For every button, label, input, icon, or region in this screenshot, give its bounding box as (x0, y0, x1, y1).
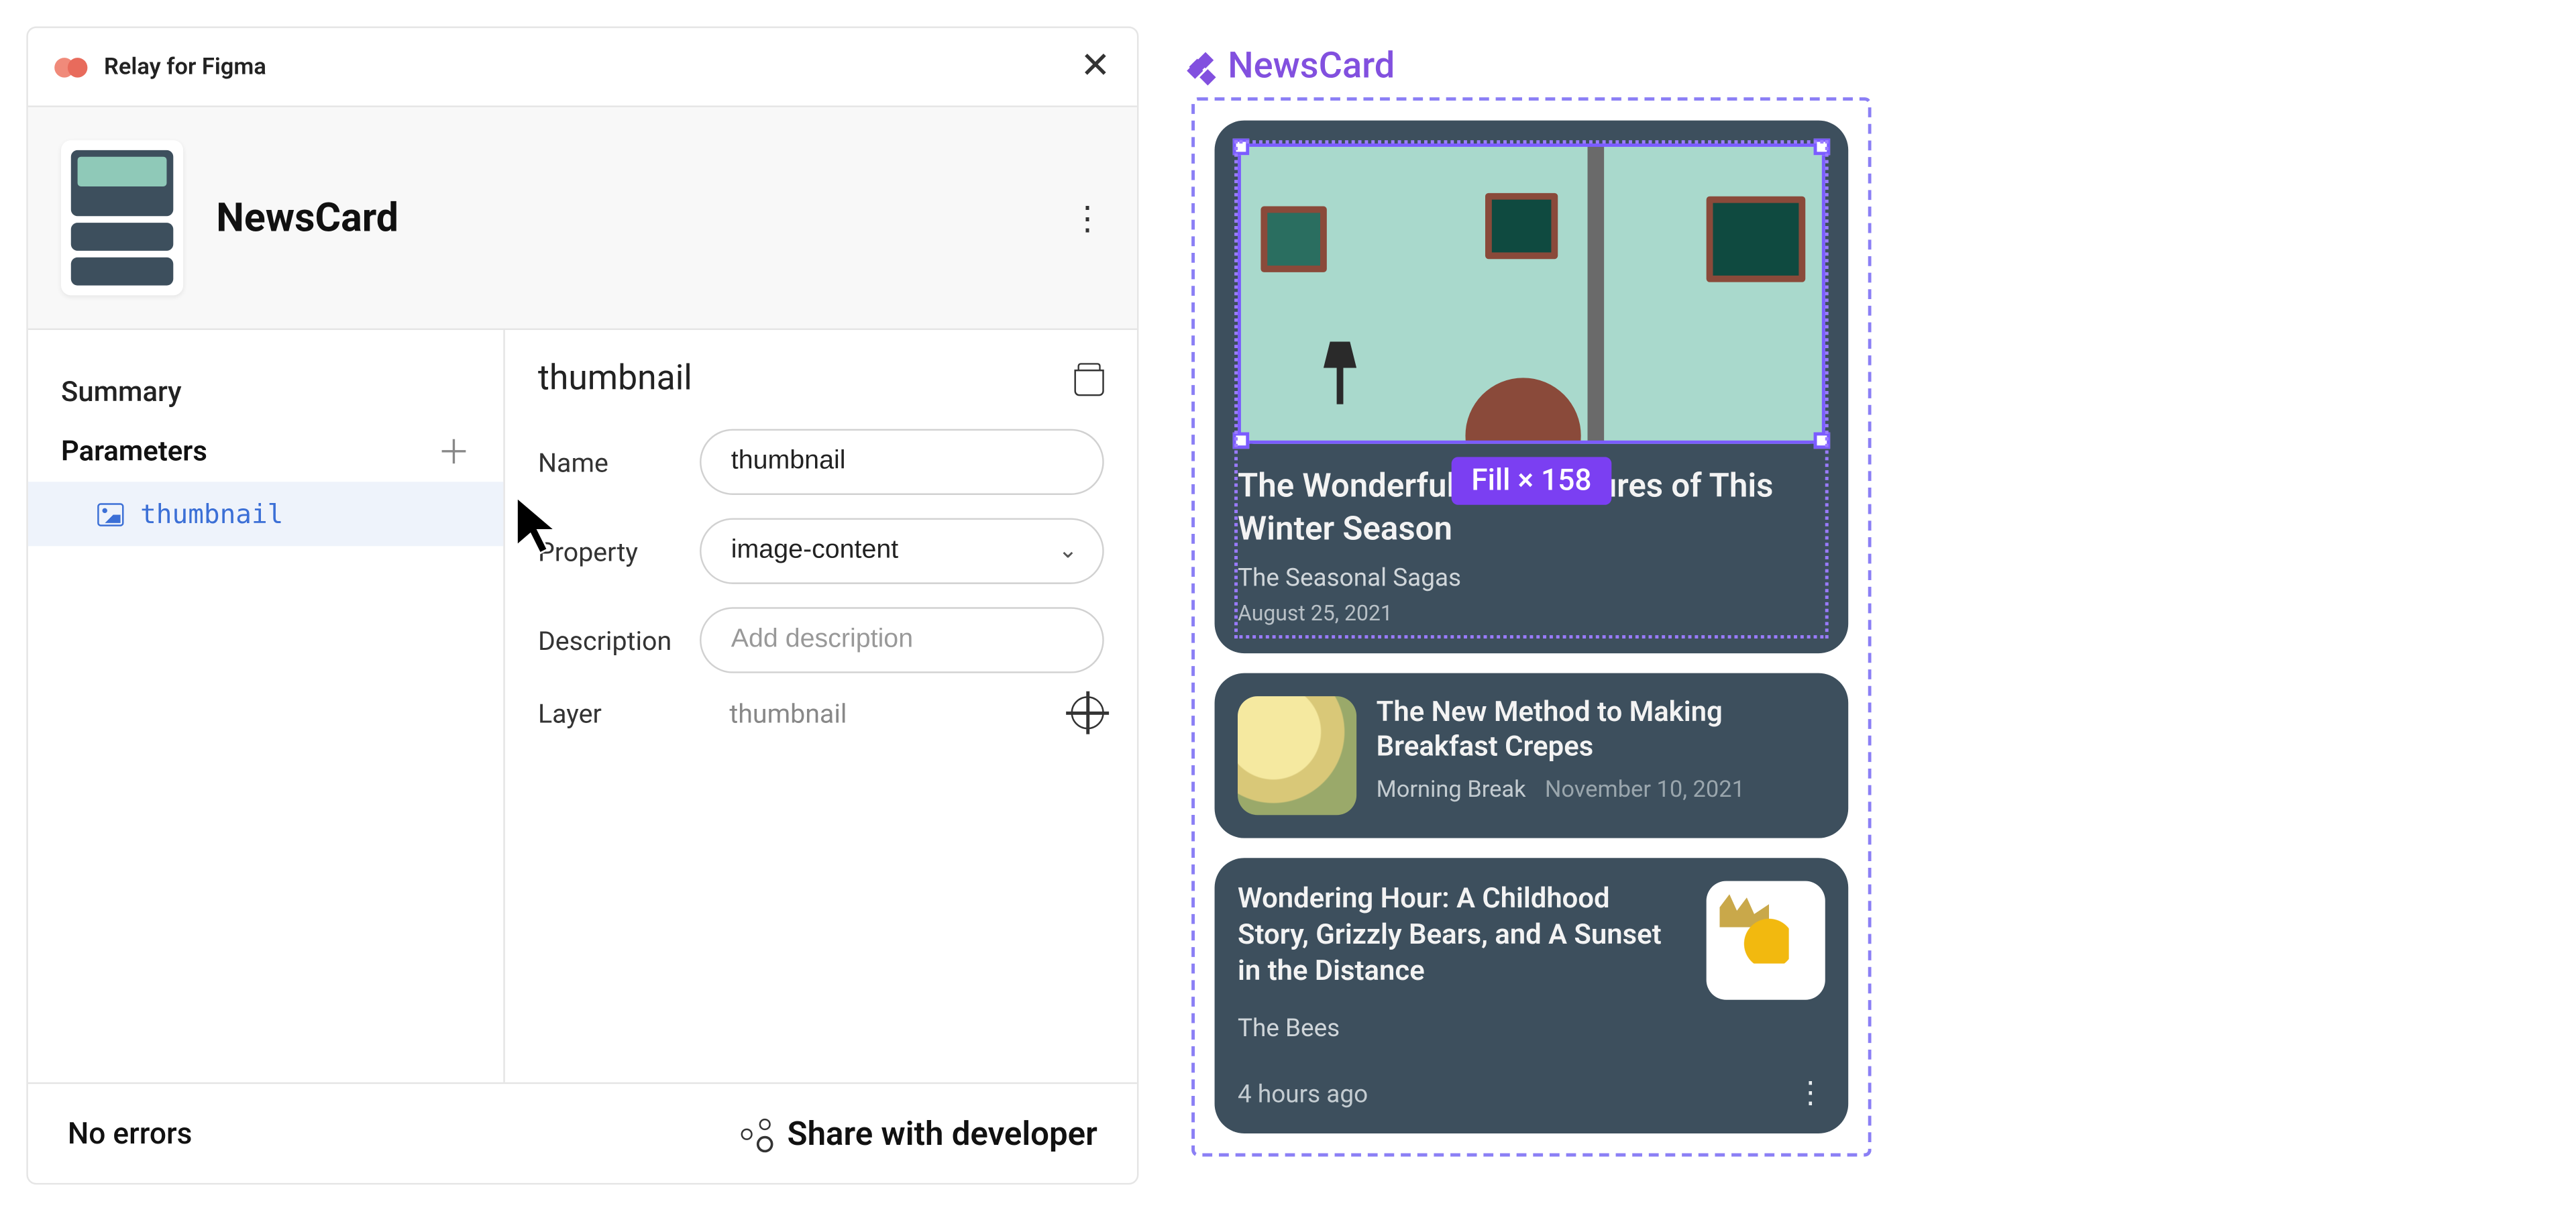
mouse-cursor-icon (515, 495, 561, 557)
parameters-header: Parameters ＋ (28, 423, 503, 482)
component-name: NewsCard (216, 194, 398, 241)
parameters-label: Parameters (61, 435, 207, 468)
card-source: Morning Break (1377, 776, 1526, 802)
detail-header: thumbnail (538, 359, 1104, 399)
name-input[interactable] (700, 429, 1104, 495)
property-label: Property (538, 535, 700, 567)
relay-plugin-panel: Relay for Figma ✕ NewsCard ⋮ Summary Par… (26, 26, 1138, 1184)
card-more-icon[interactable]: ⋮ (1795, 1076, 1825, 1111)
news-card-item[interactable]: Wondering Hour: A Childhood Story, Grizz… (1215, 858, 1849, 1133)
relay-logo-icon (54, 54, 91, 80)
news-card-item[interactable]: The New Method to Making Breakfast Crepe… (1215, 673, 1849, 838)
component-frame-name: NewsCard (1228, 46, 1395, 88)
hero-date: August 25, 2021 (1238, 602, 1825, 627)
layer-value: thumbnail (700, 697, 1071, 728)
description-input[interactable] (700, 607, 1104, 673)
right-column: thumbnail Name Property ⌄ Description La… (505, 330, 1137, 1082)
locate-layer-icon[interactable] (1071, 696, 1104, 729)
delete-icon[interactable] (1074, 363, 1104, 396)
detail-title: thumbnail (538, 359, 692, 399)
status-text: No errors (68, 1116, 193, 1151)
card-title: Wondering Hour: A Childhood Story, Grizz… (1238, 881, 1686, 991)
close-icon[interactable]: ✕ (1080, 49, 1110, 85)
plugin-header: Relay for Figma ✕ (28, 28, 1137, 107)
card-subtitle: The Bees (1238, 1013, 1825, 1042)
layer-label: Layer (538, 697, 700, 728)
hero-thumbnail-image[interactable] (1238, 144, 1825, 444)
component-icon (1191, 54, 1218, 80)
card-time-ago: 4 hours ago (1238, 1078, 1368, 1108)
add-parameter-icon[interactable]: ＋ (437, 435, 470, 468)
size-badge: Fill × 158 (1452, 457, 1611, 504)
property-select[interactable]: ⌄ (700, 518, 1104, 583)
panel-body: Summary Parameters ＋ thumbnail thumbnail… (28, 330, 1137, 1082)
component-thumbnail (61, 140, 183, 295)
property-select-value[interactable] (700, 518, 1104, 583)
news-card-hero[interactable]: Fill × 158 The Wonderful Architectures o… (1215, 121, 1849, 654)
name-label: Name (538, 446, 700, 478)
description-label: Description (538, 624, 700, 656)
parameter-item-thumbnail[interactable]: thumbnail (28, 482, 503, 546)
panel-footer: No errors Share with developer (28, 1082, 1137, 1183)
hero-subtitle: The Seasonal Sagas (1238, 563, 1825, 592)
parameter-item-label: thumbnail (140, 498, 283, 530)
figma-canvas: NewsCard Fill × 158 The Wonderful Archit… (1191, 46, 1872, 1157)
left-column: Summary Parameters ＋ thumbnail (28, 330, 505, 1082)
component-header: NewsCard ⋮ (28, 107, 1137, 330)
more-options-icon[interactable]: ⋮ (1071, 198, 1104, 237)
component-frame[interactable]: Fill × 158 The Wonderful Architectures o… (1191, 97, 1872, 1156)
share-with-developer-button[interactable]: Share with developer (741, 1114, 1097, 1154)
card-thumbnail-image (1238, 696, 1356, 815)
card-date: November 10, 2021 (1545, 776, 1745, 802)
component-frame-label[interactable]: NewsCard (1191, 46, 1872, 88)
image-icon (97, 502, 123, 525)
tab-summary[interactable]: Summary (28, 363, 503, 423)
card-title: The New Method to Making Breakfast Crepe… (1377, 696, 1825, 767)
share-label: Share with developer (788, 1114, 1097, 1154)
card-thumbnail-image (1707, 881, 1825, 1000)
share-icon (741, 1119, 771, 1148)
plugin-title: Relay for Figma (104, 54, 266, 80)
